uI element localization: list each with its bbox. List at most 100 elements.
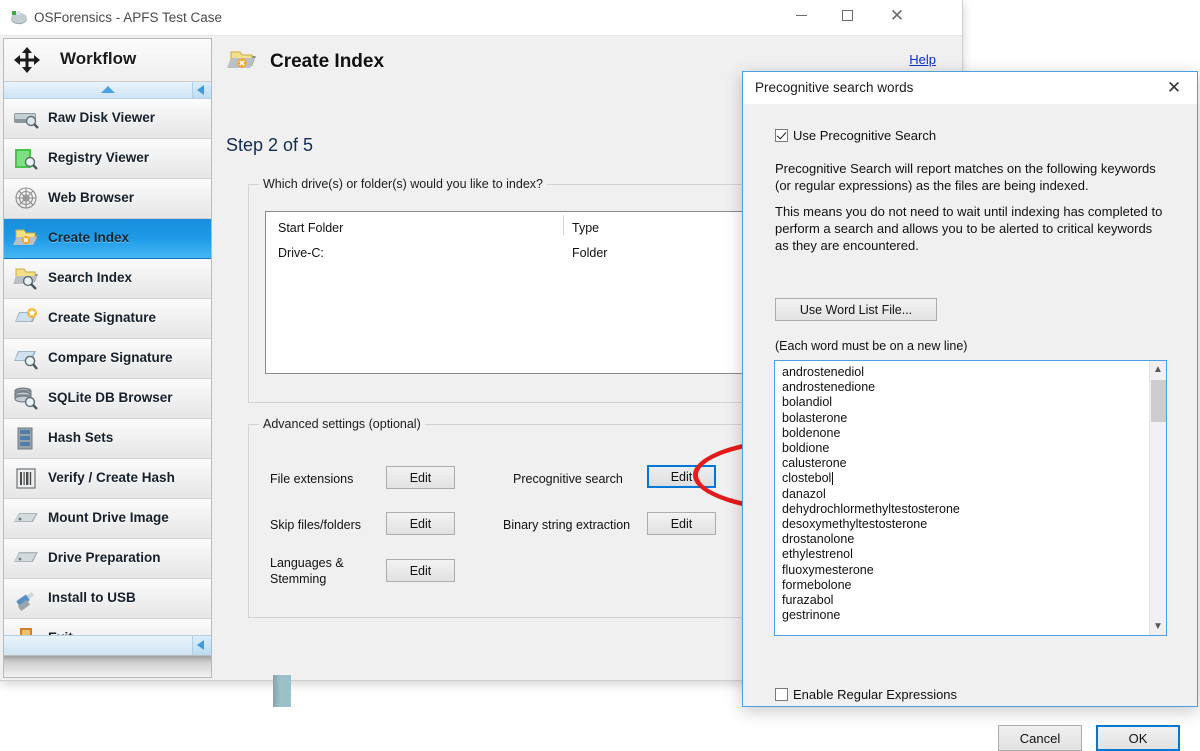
dialog-body: Use Precognitive Search Precognitive Sea… (743, 104, 1197, 751)
dialog-close-icon[interactable]: ✕ (1151, 72, 1197, 103)
keyword-item[interactable]: formebolone (782, 578, 1146, 593)
sidebar-item-web-browser[interactable]: Web Browser (4, 179, 211, 219)
languages-stemming-label-line1: Languages & (270, 556, 344, 570)
sidebar-item-create-index[interactable]: Create Index (4, 219, 211, 259)
file-extensions-edit-button[interactable]: Edit (386, 466, 455, 489)
step-indicator: Step 2 of 5 (226, 135, 314, 155)
sidebar-item-search-index[interactable]: Search Index (4, 259, 211, 299)
use-precognitive-search-checkbox-row[interactable]: Use Precognitive Search (775, 128, 936, 143)
ok-button[interactable]: OK (1096, 725, 1180, 751)
help-link[interactable]: Help (909, 52, 936, 67)
dialog-paragraph-2: This means you do not need to wait until… (775, 204, 1163, 253)
sqlite-db-browser-icon (12, 386, 40, 411)
scroll-up-arrow-icon[interactable]: ▲ (1150, 361, 1166, 378)
sidebar-scroll-down[interactable] (4, 635, 211, 655)
keyword-item[interactable]: androstenedione (782, 380, 1146, 395)
keyword-item[interactable]: boldenone (782, 426, 1146, 441)
keyword-item[interactable]: fluoxymesterone (782, 563, 1146, 578)
sidebar-scroll-up[interactable] (4, 82, 211, 99)
keyword-item[interactable]: furazabol (782, 593, 1146, 608)
binary-string-extraction-label: Binary string extraction (503, 518, 631, 532)
sidebar-collapse-tab[interactable] (192, 82, 211, 98)
keyword-item[interactable]: boldione (782, 441, 1146, 456)
mount-drive-image-icon (12, 506, 40, 531)
sidebar-item-label: Raw Disk Viewer (48, 110, 156, 125)
window-title: OSForensics - APFS Test Case (34, 10, 223, 25)
search-index-icon (12, 266, 40, 291)
table-row-type[interactable]: Folder (572, 246, 607, 260)
web-browser-icon (12, 186, 40, 211)
sidebar-item-label: Search Index (48, 270, 133, 285)
sidebar-expand-tab[interactable] (192, 636, 211, 655)
column-header-start-folder: Start Folder (278, 221, 344, 235)
keyword-item[interactable]: clostebol (782, 471, 1146, 486)
keyword-item[interactable]: bolasterone (782, 411, 1146, 426)
binary-string-extraction-edit-button[interactable]: Edit (647, 512, 716, 535)
sidebar-item-registry-viewer[interactable]: Registry Viewer (4, 139, 211, 179)
sidebar-item-install-to-usb[interactable]: Install to USB (4, 579, 211, 619)
sidebar-item-label: Verify / Create Hash (48, 470, 175, 485)
keyword-item[interactable]: bolandiol (782, 395, 1146, 410)
keyword-item[interactable]: androstenediol (782, 365, 1146, 380)
sidebar-item-label: Install to USB (48, 590, 136, 605)
sidebar-item-label: Create Signature (48, 310, 157, 325)
install-to-usb-icon (12, 586, 40, 611)
minimize-button[interactable] (778, 0, 824, 30)
workflow-arrows-icon (12, 46, 42, 74)
workflow-sidebar: Workflow Raw Disk Viewer Registry Viewer W… (3, 38, 212, 678)
languages-stemming-edit-button[interactable]: Edit (386, 559, 455, 582)
sidebar-item-hash-sets[interactable]: Hash Sets (4, 419, 211, 459)
taskbar-connector-bar (273, 675, 291, 707)
sidebar-item-mount-drive-image[interactable]: Mount Drive Image (4, 499, 211, 539)
scrollbar-thumb[interactable] (1151, 380, 1166, 422)
sidebar-item-label: Create Index (48, 230, 130, 245)
dialog-titlebar: Precognitive search words ✕ (743, 72, 1197, 104)
use-word-list-file-button[interactable]: Use Word List File... (775, 298, 937, 321)
sidebar-item-verify-create-hash[interactable]: Verify / Create Hash (4, 459, 211, 499)
languages-stemming-label-line2: Stemming (270, 572, 327, 586)
keyword-item[interactable]: ethylestrenol (782, 547, 1146, 562)
sidebar-nav-list: Raw Disk Viewer Registry Viewer Web Browse… (4, 99, 211, 659)
checkbox-icon-unchecked[interactable] (775, 688, 788, 701)
sidebar-item-compare-signature[interactable]: Compare Signature (4, 339, 211, 379)
chevron-up-icon (100, 86, 115, 93)
drives-groupbox-title: Which drive(s) or folder(s) would you li… (259, 177, 547, 191)
raw-disk-viewer-icon (12, 106, 40, 131)
keyword-item[interactable]: dehydrochlormethyltestosterone (782, 502, 1146, 517)
keyword-textarea[interactable]: androstenediol androstenedione bolandiol bo… (774, 360, 1167, 636)
osforensics-logo-icon (10, 10, 28, 26)
cancel-button[interactable]: Cancel (998, 725, 1082, 751)
scroll-down-arrow-icon[interactable]: ▼ (1150, 618, 1166, 635)
table-row-start-folder[interactable]: Drive-C: (278, 246, 324, 260)
sidebar-footer (4, 655, 211, 677)
sidebar-header: Workflow (4, 39, 211, 82)
sidebar-item-raw-disk-viewer[interactable]: Raw Disk Viewer (4, 99, 211, 139)
sidebar-item-label: Mount Drive Image (48, 510, 169, 525)
use-precognitive-search-label: Use Precognitive Search (793, 128, 937, 143)
dialog-paragraph-1: Precognitive Search will report matches … (775, 161, 1156, 193)
sidebar-item-sqlite-db-browser[interactable]: SQLite DB Browser (4, 379, 211, 419)
sidebar-item-label: Hash Sets (48, 430, 114, 445)
keyword-item[interactable]: gestrinone (782, 608, 1146, 623)
precognitive-search-label: Precognitive search (513, 472, 623, 486)
drive-preparation-icon (12, 546, 40, 571)
keyword-textarea-scrollbar[interactable]: ▲ ▼ (1149, 361, 1166, 635)
maximize-button[interactable] (824, 0, 870, 30)
keyword-item[interactable]: desoxymethyltestosterone (782, 517, 1146, 532)
keyword-item[interactable]: danazol (782, 487, 1146, 502)
sidebar-item-drive-preparation[interactable]: Drive Preparation (4, 539, 211, 579)
create-index-icon (12, 226, 40, 251)
skip-files-edit-button[interactable]: Edit (386, 512, 455, 535)
sidebar-item-create-signature[interactable]: Create Signature (4, 299, 211, 339)
keyword-item[interactable]: drostanolone (782, 532, 1146, 547)
skip-files-label: Skip files/folders (270, 518, 362, 532)
keyword-list[interactable]: androstenediol androstenedione bolandiol bo… (782, 365, 1146, 623)
enable-regex-checkbox-row[interactable]: Enable Regular Expressions (775, 687, 957, 702)
close-icon[interactable]: ✕ (874, 0, 920, 30)
keyword-item[interactable]: calusterone (782, 456, 1146, 471)
precognitive-search-edit-button[interactable]: Edit (647, 465, 716, 488)
checkbox-icon-checked[interactable] (775, 129, 788, 142)
page-title: Create Index (270, 51, 385, 72)
verify-create-hash-icon (12, 466, 40, 491)
create-signature-icon (12, 306, 40, 331)
